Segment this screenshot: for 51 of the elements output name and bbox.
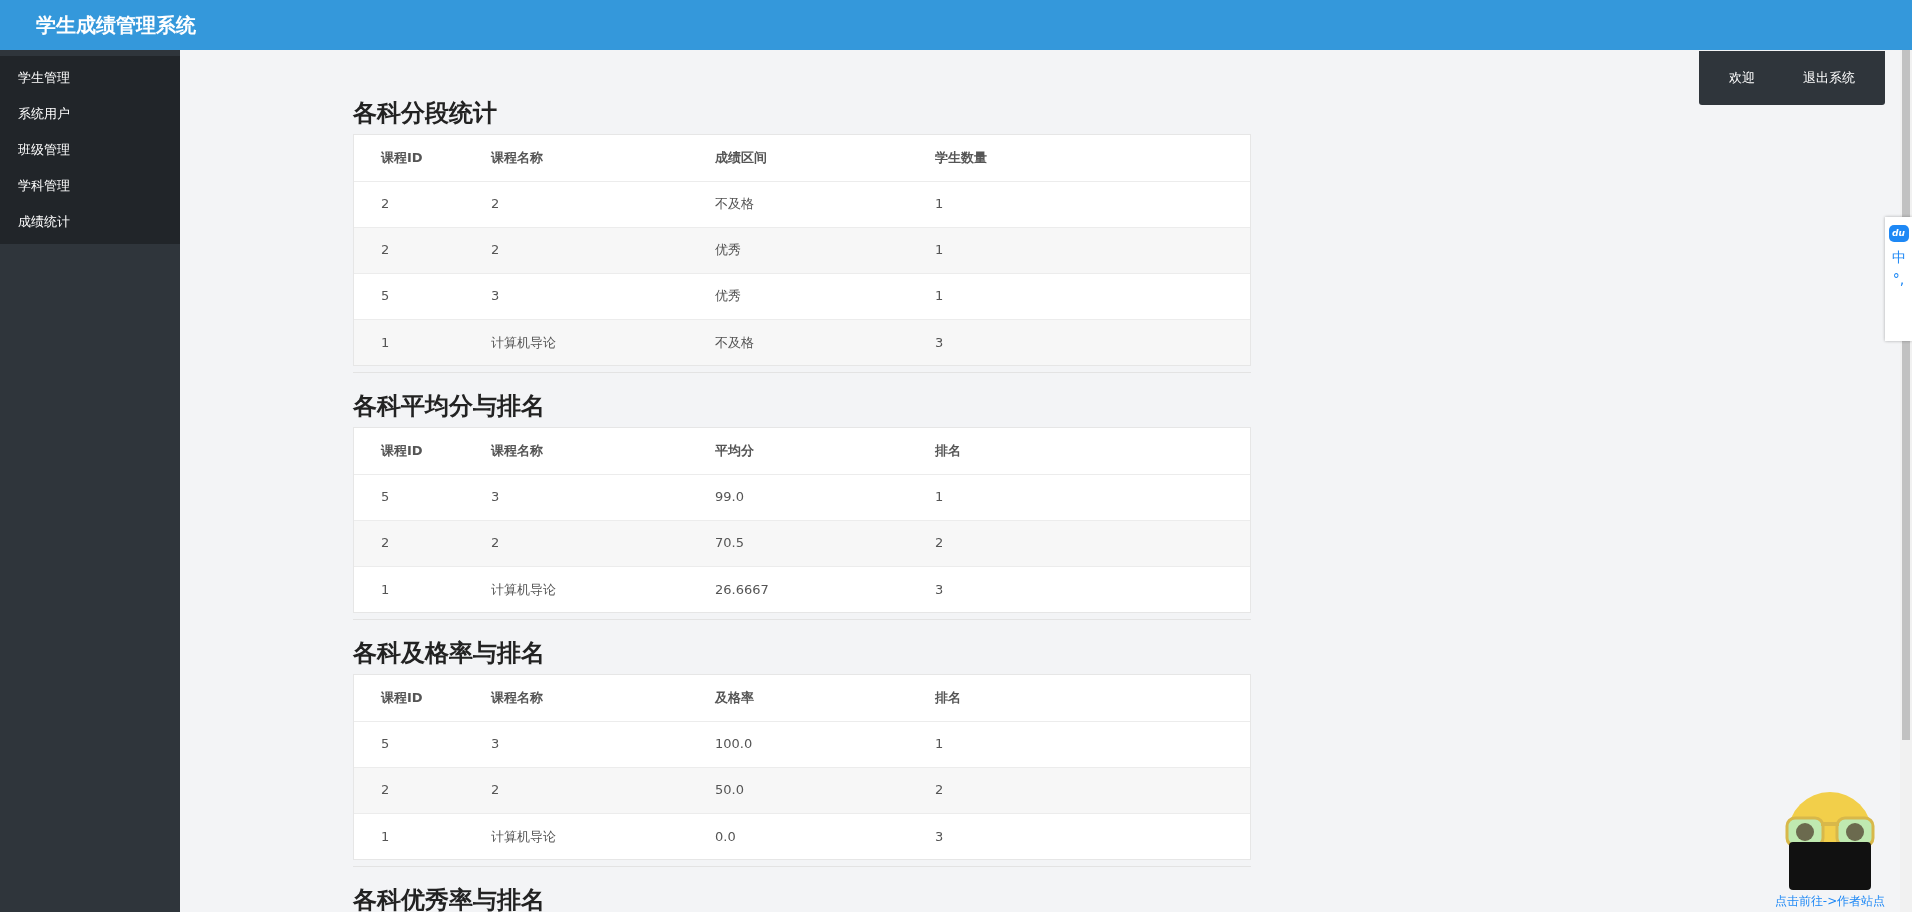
column-header: 课程名称 xyxy=(464,428,688,474)
section-heading: 各科平均分与排名 xyxy=(353,391,546,421)
sidebar-item[interactable]: 学生管理 xyxy=(0,60,180,96)
section-heading: 各科及格率与排名 xyxy=(353,638,546,668)
table-cell: 0.0 xyxy=(688,813,908,859)
column-header: 排名 xyxy=(908,675,1250,721)
table-cell: 50.0 xyxy=(688,767,908,813)
table-cell: 不及格 xyxy=(688,319,908,365)
table-cell: 优秀 xyxy=(688,227,908,273)
table-cell: 2 xyxy=(464,227,688,273)
table-cell: 1 xyxy=(354,813,464,859)
column-header: 课程ID xyxy=(354,135,464,181)
section-heading: 各科分段统计 xyxy=(353,98,498,128)
column-header: 课程名称 xyxy=(464,675,688,721)
table-cell: 26.6667 xyxy=(688,566,908,612)
table-cell: 1 xyxy=(354,566,464,612)
app-title: 学生成绩管理系统 xyxy=(36,12,196,39)
sidebar-item[interactable]: 班级管理 xyxy=(0,132,180,168)
table-cell: 2 xyxy=(354,520,464,566)
table-cell: 2 xyxy=(464,767,688,813)
table-cell: 计算机导论 xyxy=(464,566,688,612)
table-cell: 3 xyxy=(908,813,1250,859)
column-header: 学生数量 xyxy=(908,135,1250,181)
section-heading: 各科优秀率与排名 xyxy=(353,885,546,912)
table-cell: 计算机导论 xyxy=(464,813,688,859)
column-header: 课程ID xyxy=(354,675,464,721)
ime-button[interactable]: °, xyxy=(1892,272,1905,286)
column-header: 排名 xyxy=(908,428,1250,474)
table-cell: 2 xyxy=(464,520,688,566)
nav-link-item[interactable]: 欢迎 xyxy=(1729,68,1755,88)
table-cell: 2 xyxy=(354,227,464,273)
column-header: 课程名称 xyxy=(464,135,688,181)
column-header: 课程ID xyxy=(354,428,464,474)
sidebar-item[interactable]: 学科管理 xyxy=(0,168,180,204)
table-cell: 3 xyxy=(908,319,1250,365)
table-cell: 2 xyxy=(908,767,1250,813)
sidebar-item[interactable]: 系统用户 xyxy=(0,96,180,132)
column-header: 及格率 xyxy=(688,675,908,721)
table-cell: 3 xyxy=(908,566,1250,612)
ime-button[interactable]: 中 xyxy=(1891,250,1906,264)
table-cell: 70.5 xyxy=(688,520,908,566)
nav-link-item[interactable]: 退出系统 xyxy=(1803,68,1855,88)
ime-logo[interactable]: du xyxy=(1888,225,1909,242)
table-cell: 1 xyxy=(908,227,1250,273)
table-cell: 2 xyxy=(908,520,1250,566)
column-header: 成绩区间 xyxy=(688,135,908,181)
column-header: 平均分 xyxy=(688,428,908,474)
table-cell: 计算机导论 xyxy=(464,319,688,365)
table-cell: 2 xyxy=(354,767,464,813)
sidebar-item[interactable]: 成绩统计 xyxy=(0,204,180,240)
table-cell: 1 xyxy=(354,319,464,365)
